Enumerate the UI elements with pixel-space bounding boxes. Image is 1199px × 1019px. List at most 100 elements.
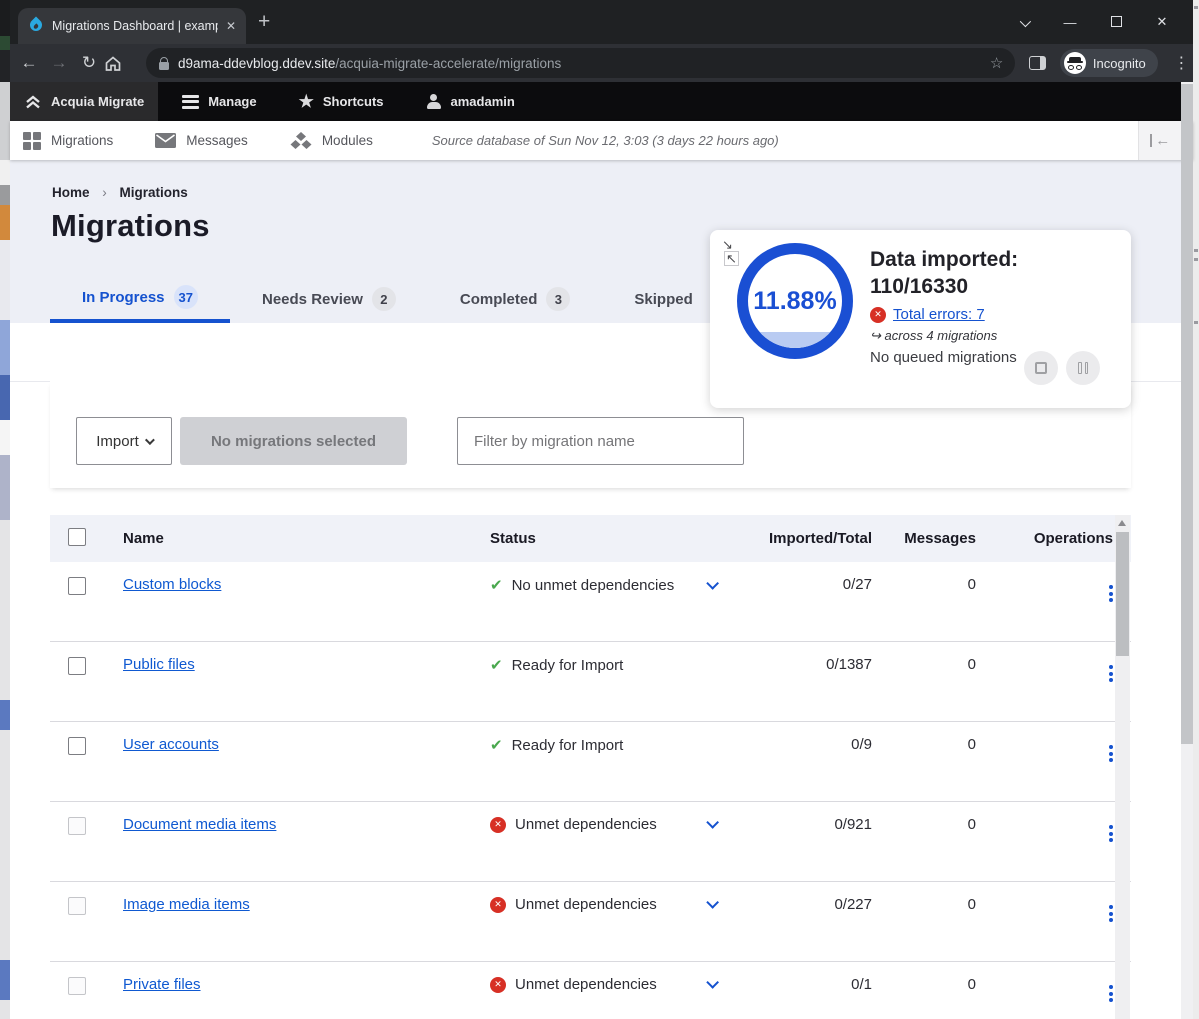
- nav-item-label: Messages: [186, 133, 248, 148]
- table-header-row: Name Status Imported/Total Messages Oper…: [50, 515, 1131, 562]
- stop-button[interactable]: [1024, 351, 1058, 385]
- messages-count: 0: [878, 722, 980, 753]
- status-chevron-icon[interactable]: [706, 896, 719, 909]
- filter-input[interactable]: [457, 417, 744, 465]
- strip-mark: [1194, 6, 1198, 9]
- incognito-badge: Incognito: [1060, 49, 1158, 77]
- select-all-checkbox[interactable]: [68, 528, 86, 546]
- resize-handle-icon[interactable]: ↘ ↖: [722, 238, 739, 266]
- row-checkbox[interactable]: [68, 737, 86, 755]
- nav-item-modules[interactable]: Modules: [277, 132, 386, 150]
- toolbar-item-shortcuts[interactable]: ★ Shortcuts: [285, 82, 398, 121]
- table-scrollbar[interactable]: [1115, 515, 1130, 1019]
- incognito-spy-icon: [1064, 52, 1086, 74]
- reload-button[interactable]: ↻: [74, 53, 104, 73]
- window-chevron-button[interactable]: [1001, 15, 1047, 30]
- browser-tab[interactable]: Migrations Dashboard | example ✕: [18, 8, 246, 44]
- tab-close-icon[interactable]: ✕: [226, 19, 236, 33]
- nav-item-messages[interactable]: Messages: [142, 133, 261, 148]
- status-chevron-icon[interactable]: [706, 577, 719, 590]
- table-scrollbar-thumb[interactable]: [1116, 532, 1129, 656]
- strip-mark: [1194, 258, 1198, 261]
- imported-total: 0/921: [743, 802, 878, 833]
- total-errors-row: ✕ Total errors: 7: [870, 306, 1018, 323]
- toolbar-item-manage[interactable]: Manage: [168, 82, 270, 121]
- import-dropdown-button[interactable]: Import: [76, 417, 172, 465]
- row-checkbox[interactable]: [68, 577, 86, 595]
- toolbar-item-user[interactable]: amadamin: [412, 82, 529, 121]
- back-button[interactable]: ←: [14, 53, 44, 73]
- tab-needs-review[interactable]: Needs Review 2: [230, 275, 428, 323]
- table-row: User accounts ✔ Ready for Import 0/9 0: [50, 722, 1131, 802]
- operations-kebab-icon[interactable]: [1109, 585, 1113, 602]
- toolbar-collapse-button[interactable]: ←: [1138, 121, 1181, 160]
- operations-kebab-icon[interactable]: [1109, 745, 1113, 762]
- status-chevron-icon[interactable]: [706, 976, 719, 989]
- tab-completed[interactable]: Completed 3: [428, 275, 603, 323]
- window-close-button[interactable]: ✕: [1139, 14, 1185, 30]
- tab-in-progress[interactable]: In Progress 37: [50, 275, 230, 323]
- strip-segment: [0, 455, 10, 520]
- strip-segment: [0, 240, 10, 320]
- table-row: Private files ✕ Unmet dependencies 0/1 0: [50, 962, 1131, 1019]
- bookmark-star-icon[interactable]: ☆: [990, 54, 1003, 72]
- strip-segment: [0, 700, 10, 730]
- nav-item-migrations[interactable]: Migrations: [10, 132, 126, 150]
- migration-link[interactable]: Custom blocks: [123, 576, 221, 593]
- migration-link[interactable]: Public files: [123, 656, 195, 673]
- status-chevron-icon[interactable]: [706, 816, 719, 829]
- toolbar-item-acquia-migrate[interactable]: Acquia Migrate: [10, 82, 158, 121]
- chevron-down-icon: [145, 435, 155, 445]
- window-controls: — ✕: [1001, 0, 1185, 44]
- error-icon: ✕: [490, 897, 506, 913]
- tab-count-badge: 37: [174, 285, 198, 309]
- tab-label: Skipped: [634, 291, 692, 308]
- migration-link[interactable]: Image media items: [123, 896, 250, 913]
- drupal-admin-toolbar: Acquia Migrate Manage ★ Shortcuts amadam…: [10, 82, 1193, 121]
- home-button[interactable]: [104, 55, 134, 72]
- messages-count: 0: [878, 882, 980, 913]
- operations-kebab-icon[interactable]: [1109, 905, 1113, 922]
- import-label: Import: [96, 433, 139, 450]
- row-checkbox[interactable]: [68, 657, 86, 675]
- browser-menu-icon[interactable]: ⋮: [1170, 53, 1193, 73]
- url-text[interactable]: d9ama-ddevblog.ddev.site/acquia-migrate-…: [178, 56, 982, 71]
- operations-kebab-icon[interactable]: [1109, 985, 1113, 1002]
- table-row: Document media items ✕ Unmet dependencie…: [50, 802, 1131, 882]
- forward-button[interactable]: →: [44, 53, 74, 73]
- across-text: across 4 migrations: [885, 328, 998, 343]
- lock-icon: [158, 57, 170, 70]
- pause-button[interactable]: [1066, 351, 1100, 385]
- migration-link[interactable]: User accounts: [123, 736, 219, 753]
- migration-link[interactable]: Private files: [123, 976, 201, 993]
- strip-segment: [0, 320, 10, 375]
- check-icon: ✔: [490, 736, 503, 754]
- operations-kebab-icon[interactable]: [1109, 825, 1113, 842]
- url-path: /acquia-migrate-accelerate/migrations: [335, 56, 561, 71]
- operations-kebab-icon[interactable]: [1109, 665, 1113, 682]
- page-scrollbar-thumb[interactable]: [1181, 84, 1193, 744]
- progress-liquid-fill: [748, 332, 842, 348]
- background-window-left-sliver: [0, 0, 10, 1019]
- side-panel-icon[interactable]: [1029, 56, 1046, 70]
- migrate-secondary-toolbar: Migrations Messages Modules Source datab…: [10, 121, 1193, 160]
- bulk-action-button[interactable]: No migrations selected: [180, 417, 407, 465]
- imported-total: 0/1: [743, 962, 878, 993]
- imported-total: 0/227: [743, 882, 878, 913]
- messages-count: 0: [878, 642, 980, 673]
- migration-link[interactable]: Document media items: [123, 816, 276, 833]
- scroll-up-arrow[interactable]: [1118, 520, 1126, 526]
- window-minimize-button[interactable]: —: [1047, 15, 1093, 30]
- tab-skipped[interactable]: Skipped: [602, 275, 724, 323]
- url-bar[interactable]: d9ama-ddevblog.ddev.site/acquia-migrate-…: [146, 48, 1015, 78]
- strip-segment: [0, 375, 10, 420]
- browser-window: Migrations Dashboard | example ✕ + — ✕ ←…: [10, 0, 1193, 1019]
- page-content: Home › Migrations Migrations In Progress…: [10, 160, 1193, 1019]
- page-scrollbar[interactable]: [1181, 82, 1193, 1019]
- new-tab-button[interactable]: +: [258, 10, 270, 34]
- total-errors-link[interactable]: Total errors: 7: [893, 306, 985, 323]
- window-maximize-button[interactable]: [1093, 15, 1139, 30]
- breadcrumb-current: Migrations: [120, 185, 188, 200]
- page-title: Migrations: [51, 208, 210, 244]
- breadcrumb-home-link[interactable]: Home: [52, 185, 90, 200]
